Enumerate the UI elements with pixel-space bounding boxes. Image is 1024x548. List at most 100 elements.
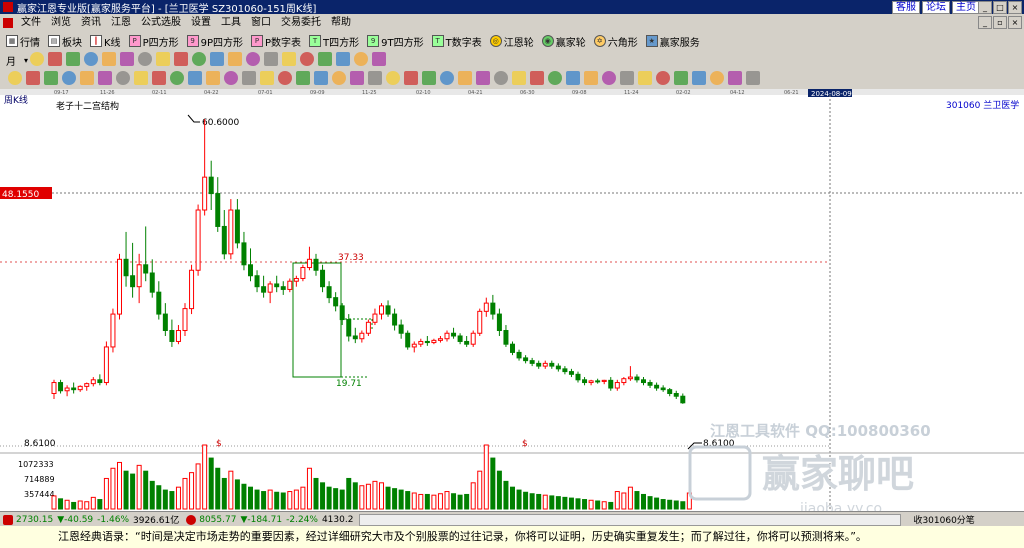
analysis-tool-21-icon[interactable] bbox=[368, 71, 382, 85]
analysis-tool-37-icon[interactable] bbox=[656, 71, 670, 85]
analysis-tool-38-icon[interactable] bbox=[674, 71, 688, 85]
tool-service[interactable]: ★ 赢家服务 bbox=[645, 34, 700, 49]
maximize-icon[interactable]: □ bbox=[993, 1, 1007, 14]
analysis-tool-6-icon[interactable] bbox=[98, 71, 112, 85]
tool-t-square[interactable]: T T四方形 bbox=[309, 34, 359, 49]
draw-tool-13-icon[interactable] bbox=[246, 52, 261, 66]
analysis-tool-10-icon[interactable] bbox=[170, 71, 184, 85]
analysis-tool-17-icon[interactable] bbox=[296, 71, 310, 85]
analysis-tool-32-icon[interactable] bbox=[566, 71, 580, 85]
tool-p-number[interactable]: P P数字表 bbox=[251, 34, 301, 49]
draw-tool-17-icon[interactable] bbox=[318, 52, 333, 66]
draw-tool-18-icon[interactable] bbox=[336, 52, 351, 66]
draw-tool-19-icon[interactable] bbox=[354, 52, 369, 66]
menu-help[interactable]: 帮助 bbox=[326, 14, 356, 31]
analysis-tool-19-icon[interactable] bbox=[332, 71, 346, 85]
draw-tool-1-icon[interactable] bbox=[30, 52, 45, 66]
analysis-tool-8-icon[interactable] bbox=[134, 71, 148, 85]
close-icon[interactable]: × bbox=[1008, 1, 1022, 14]
analysis-tool-30-icon[interactable] bbox=[530, 71, 544, 85]
analysis-tool-11-icon[interactable] bbox=[188, 71, 202, 85]
tool-hexagon[interactable]: ✡ 六角形 bbox=[593, 34, 638, 49]
tool-kline[interactable]: ┃ K线 bbox=[90, 34, 121, 49]
tool-quotes[interactable]: ▦ 行情 bbox=[6, 34, 40, 49]
draw-tool-2-icon[interactable] bbox=[48, 52, 63, 66]
draw-tool-20-icon[interactable] bbox=[372, 52, 387, 66]
menu-gann[interactable]: 江恩 bbox=[106, 14, 136, 31]
analysis-tool-13-icon[interactable] bbox=[224, 71, 238, 85]
draw-tool-9-icon[interactable] bbox=[174, 52, 189, 66]
chart-area[interactable]: 09-17 11-26 02-11 04-22 07-01 09-09 11-25 02-10… bbox=[0, 89, 1024, 511]
link-service[interactable]: 客服 bbox=[892, 1, 920, 14]
analysis-tool-22-icon[interactable] bbox=[386, 71, 400, 85]
link-home[interactable]: 主页 bbox=[952, 1, 980, 14]
menu-trade[interactable]: 交易委托 bbox=[276, 14, 326, 31]
analysis-tool-36-icon[interactable] bbox=[638, 71, 652, 85]
menu-browse[interactable]: 浏览 bbox=[46, 14, 76, 31]
menu-formula[interactable]: 公式选股 bbox=[136, 14, 186, 31]
link-forum[interactable]: 论坛 bbox=[922, 1, 950, 14]
horizontal-scrollbar[interactable] bbox=[359, 513, 902, 526]
analysis-tool-33-icon[interactable] bbox=[584, 71, 598, 85]
mdi-close-icon[interactable]: × bbox=[1008, 16, 1022, 29]
tool-t-number[interactable]: T T数字表 bbox=[431, 34, 482, 49]
draw-tool-6-icon[interactable] bbox=[120, 52, 135, 66]
period-select[interactable]: 月 bbox=[6, 53, 24, 68]
tool-p-square[interactable]: P P四方形 bbox=[128, 34, 179, 49]
analysis-tool-25-icon[interactable] bbox=[440, 71, 454, 85]
menu-file[interactable]: 文件 bbox=[16, 14, 46, 31]
analysis-tool-24-icon[interactable] bbox=[422, 71, 436, 85]
draw-tool-7-icon[interactable] bbox=[138, 52, 153, 66]
draw-tool-14-icon[interactable] bbox=[264, 52, 279, 66]
analysis-tool-1-icon[interactable] bbox=[8, 71, 22, 85]
analysis-tool-16-icon[interactable] bbox=[278, 71, 292, 85]
analysis-tool-14-icon[interactable] bbox=[242, 71, 256, 85]
analysis-tool-28-icon[interactable] bbox=[494, 71, 508, 85]
draw-tool-11-icon[interactable] bbox=[210, 52, 225, 66]
menu-window[interactable]: 窗口 bbox=[246, 14, 276, 31]
analysis-tool-2-icon[interactable] bbox=[26, 71, 40, 85]
tool-blocks[interactable]: ▤ 板块 bbox=[48, 34, 82, 49]
analysis-tool-26-icon[interactable] bbox=[458, 71, 472, 85]
kline-chart[interactable]: 09-17 11-26 02-11 04-22 07-01 09-09 11-25 02-10… bbox=[0, 89, 1024, 511]
analysis-tool-3-icon[interactable] bbox=[44, 71, 58, 85]
index1-icon[interactable] bbox=[3, 514, 13, 525]
analysis-tool-5-icon[interactable] bbox=[80, 71, 94, 85]
analysis-tool-12-icon[interactable] bbox=[206, 71, 220, 85]
analysis-tool-27-icon[interactable] bbox=[476, 71, 490, 85]
analysis-tool-4-icon[interactable] bbox=[62, 71, 76, 85]
draw-tool-15-icon[interactable] bbox=[282, 52, 297, 66]
analysis-tool-9-icon[interactable] bbox=[152, 71, 166, 85]
analysis-tool-20-icon[interactable] bbox=[350, 71, 364, 85]
tool-9t-square[interactable]: 9 9T四方形 bbox=[367, 34, 424, 49]
analysis-tool-23-icon[interactable] bbox=[404, 71, 418, 85]
minimize-icon[interactable]: _ bbox=[978, 1, 992, 14]
draw-tool-8-icon[interactable] bbox=[156, 52, 171, 66]
analysis-tool-34-icon[interactable] bbox=[602, 71, 616, 85]
draw-tool-4-icon[interactable] bbox=[84, 52, 99, 66]
analysis-tool-18-icon[interactable] bbox=[314, 71, 328, 85]
menu-settings[interactable]: 设置 bbox=[186, 14, 216, 31]
tool-9p-square[interactable]: 9 9P四方形 bbox=[186, 34, 243, 49]
menu-tools[interactable]: 工具 bbox=[216, 14, 246, 31]
analysis-tool-35-icon[interactable] bbox=[620, 71, 634, 85]
draw-tool-12-icon[interactable] bbox=[228, 52, 243, 66]
analysis-tool-39-icon[interactable] bbox=[692, 71, 706, 85]
draw-tool-5-icon[interactable] bbox=[102, 52, 117, 66]
index2-icon[interactable] bbox=[186, 514, 197, 525]
analysis-tool-31-icon[interactable] bbox=[548, 71, 562, 85]
tool-gann-wheel[interactable]: ◎ 江恩轮 bbox=[489, 34, 534, 49]
tool-winner-wheel[interactable]: ◉ 赢家轮 bbox=[541, 34, 586, 49]
analysis-tool-40-icon[interactable] bbox=[710, 71, 724, 85]
draw-tool-16-icon[interactable] bbox=[300, 52, 315, 66]
analysis-tool-15-icon[interactable] bbox=[260, 71, 274, 85]
draw-tool-10-icon[interactable] bbox=[192, 52, 207, 66]
menu-info[interactable]: 资讯 bbox=[76, 14, 106, 31]
mdi-minimize-icon[interactable]: _ bbox=[978, 16, 992, 29]
mdi-restore-icon[interactable]: ▫ bbox=[993, 16, 1007, 29]
analysis-tool-29-icon[interactable] bbox=[512, 71, 526, 85]
analysis-tool-42-icon[interactable] bbox=[746, 71, 760, 85]
analysis-tool-41-icon[interactable] bbox=[728, 71, 742, 85]
draw-tool-3-icon[interactable] bbox=[66, 52, 81, 66]
analysis-tool-7-icon[interactable] bbox=[116, 71, 130, 85]
